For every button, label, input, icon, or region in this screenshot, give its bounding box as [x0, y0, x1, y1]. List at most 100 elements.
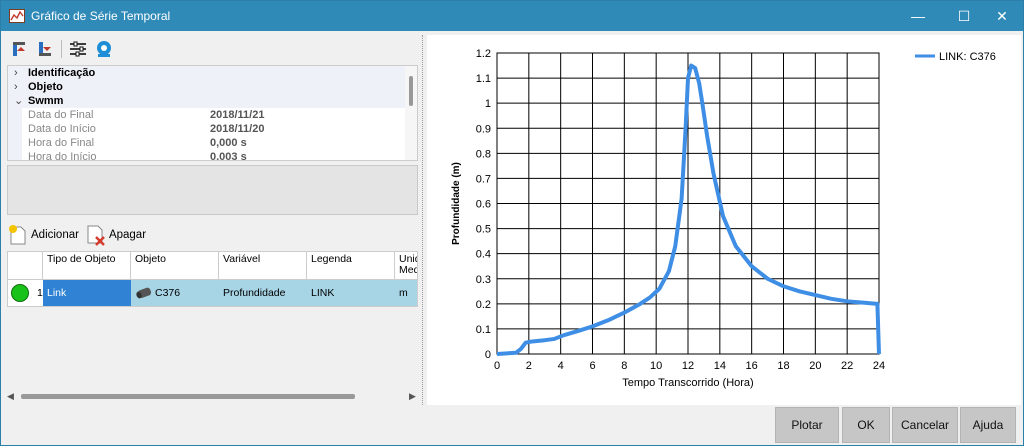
panel-splitter[interactable]	[422, 35, 424, 405]
move-down-icon	[39, 42, 51, 56]
row-gutter	[8, 108, 22, 122]
y-tick-label: 1.2	[476, 48, 491, 60]
header-status	[8, 252, 43, 280]
description-panel	[7, 165, 418, 215]
move-up-button[interactable]	[9, 39, 29, 59]
y-axis-label: Profundidade (m)	[451, 162, 462, 245]
x-tick-label: 22	[841, 360, 853, 372]
cell-variavel[interactable]: Profundidade	[219, 280, 307, 306]
add-series-button[interactable]: Adicionar	[7, 224, 79, 246]
y-tick-label: 0.4	[476, 249, 491, 261]
property-row[interactable]: Data do Início 2018/11/20	[8, 122, 417, 136]
x-tick-label: 18	[777, 360, 789, 372]
property-row[interactable]: Hora do Final 0,000 s	[8, 136, 417, 150]
row-gutter	[8, 150, 22, 160]
left-panel: › Identificação › Objeto ⌄ Swmm Data do …	[1, 31, 420, 405]
series-actions: Adicionar Apagar	[7, 221, 146, 249]
scrollbar-thumb[interactable]	[21, 394, 355, 399]
objeto-label: C376	[155, 287, 181, 299]
window-title: Gráfico de Série Temporal	[31, 9, 171, 23]
header-objeto[interactable]: Objeto	[131, 252, 219, 280]
category-label: Objeto	[28, 81, 63, 93]
close-icon: ✕	[996, 7, 1008, 24]
toolbar	[9, 37, 114, 61]
x-tick-label: 12	[682, 360, 694, 372]
row-status-cell: 1	[8, 280, 43, 306]
header-legenda[interactable]: Legenda	[307, 252, 395, 280]
status-dot-icon	[11, 284, 29, 302]
row-index: 1	[37, 287, 43, 299]
x-tick-label: 8	[621, 360, 627, 372]
y-tick-label: 0.9	[476, 123, 491, 135]
scroll-left-icon[interactable]: ◀	[7, 391, 14, 402]
y-tick-label: 1.1	[476, 73, 491, 85]
y-tick-label: 0.8	[476, 148, 491, 160]
category-objeto[interactable]: › Objeto	[8, 80, 417, 94]
property-value: 2018/11/20	[210, 123, 265, 135]
property-value: 2018/11/21	[210, 109, 265, 121]
property-name: Data do Início	[28, 123, 96, 135]
ok-button[interactable]: OK	[842, 407, 890, 443]
grid-horizontal-scrollbar[interactable]: ◀ ▶	[7, 391, 418, 403]
property-row[interactable]: Hora do Início 0,003 s	[8, 150, 417, 161]
category-identificacao[interactable]: › Identificação	[8, 66, 417, 80]
x-tick-label: 4	[558, 360, 564, 372]
row-gutter	[8, 136, 22, 150]
x-tick-label: 24	[873, 360, 885, 372]
series-grid: Tipo de Objeto Objeto Variável Legenda U…	[7, 251, 418, 307]
help-button[interactable]: Ajuda	[960, 407, 1016, 443]
help-toolbar-button[interactable]	[94, 39, 114, 59]
y-tick-label: 0.1	[476, 324, 491, 336]
header-tipo[interactable]: Tipo de Objeto	[43, 252, 131, 280]
scrollbar-thumb[interactable]	[409, 76, 413, 106]
pipe-icon	[136, 287, 152, 299]
y-tick-label: 0.6	[476, 199, 491, 211]
chart-panel: 0 2 4 6 8 10 12 14 16 18 20 22 24 0 0.1 0.2 0.3 0.4 0.5 0.6…	[427, 35, 1021, 405]
x-axis-label: Tempo Transcorrido (Hora)	[622, 377, 753, 389]
property-name: Data do Final	[28, 109, 94, 121]
property-grid-scrollbar[interactable]	[405, 66, 417, 160]
header-unidade[interactable]: Unid Med	[395, 252, 417, 280]
x-tick-label: 10	[650, 360, 662, 372]
scroll-right-icon[interactable]: ▶	[409, 391, 416, 402]
toolbar-separator	[61, 40, 62, 58]
delete-series-button[interactable]: Apagar	[85, 224, 146, 246]
settings-button[interactable]	[68, 39, 88, 59]
add-document-icon	[9, 225, 26, 245]
header-variavel[interactable]: Variável	[219, 252, 307, 280]
y-tick-label: 1	[485, 98, 491, 110]
delete-document-icon	[87, 225, 105, 246]
cancel-button[interactable]: Cancelar	[892, 407, 958, 443]
cell-unidade[interactable]: m	[395, 280, 417, 306]
y-tick-label: 0.5	[476, 224, 491, 236]
category-swmm[interactable]: ⌄ Swmm	[8, 94, 417, 108]
sliders-icon	[70, 41, 86, 57]
x-tick-label: 0	[494, 360, 500, 372]
x-tick-label: 2	[526, 360, 532, 372]
category-label: Swmm	[28, 95, 64, 107]
chevron-down-icon: ⌄	[14, 95, 24, 107]
property-row[interactable]: Data do Final 2018/11/21	[8, 108, 417, 122]
plot-button[interactable]: Plotar	[775, 407, 839, 443]
chevron-right-icon: ›	[14, 81, 18, 93]
property-value: 0,000 s	[210, 137, 247, 149]
y-tick-label: 0.7	[476, 173, 491, 185]
time-series-chart: 0 2 4 6 8 10 12 14 16 18 20 22 2400.10.20.30.40.50.6…	[451, 48, 996, 389]
dialog-button-bar: Plotar OK Cancelar Ajuda	[1, 405, 1023, 445]
y-tick-label: 0	[485, 349, 491, 361]
delete-series-label: Apagar	[108, 229, 147, 241]
time-series-window: Gráfico de Série Temporal — ☐ ✕ › Identi…	[0, 0, 1024, 446]
minimize-button[interactable]: —	[895, 1, 941, 31]
close-button[interactable]: ✕	[979, 1, 1024, 31]
cell-legenda[interactable]: LINK	[307, 280, 395, 306]
minimize-icon: —	[911, 8, 925, 24]
move-down-button[interactable]	[35, 39, 55, 59]
property-value: 0,003 s	[210, 151, 247, 161]
cell-tipo[interactable]: Link	[43, 280, 131, 306]
move-up-icon	[13, 42, 25, 56]
cell-objeto[interactable]: C376	[131, 280, 219, 306]
chart-app-icon	[9, 9, 25, 23]
x-tick-label: 16	[746, 360, 758, 372]
x-tick-label: 6	[589, 360, 595, 372]
table-row[interactable]: 1 Link C376 Profundidade LINK m	[8, 280, 417, 306]
